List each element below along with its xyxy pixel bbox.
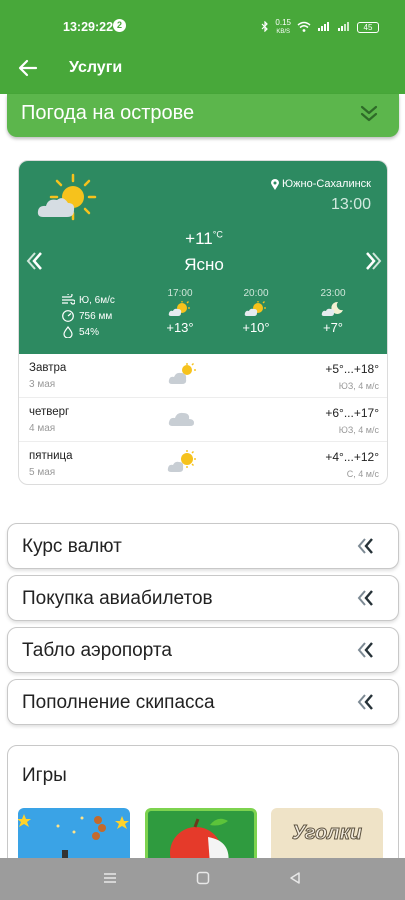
hour-time: 20:00 [243, 288, 269, 299]
forecast-day: четверг [29, 406, 70, 418]
service-airport-board[interactable]: Табло аэропорта [7, 627, 399, 673]
double-chevron-down-icon [359, 104, 379, 129]
forecast-temp-range: +4°...+12° [325, 450, 379, 464]
home-button[interactable] [196, 871, 210, 890]
sun-cloud-icon [150, 301, 210, 317]
daily-forecast: Завтра 3 мая +5°...+18° ЮЗ, 4 м/с четвер… [19, 354, 387, 484]
net-speed-value: 0.15 [275, 18, 291, 27]
chevron-right-icon [366, 252, 382, 270]
location: Южно-Сахалинск [271, 178, 371, 190]
weather-section-label: Погода на острове [21, 102, 195, 124]
system-nav-bar [0, 858, 405, 900]
triangle-left-icon [290, 872, 300, 884]
hour-temp: +13° [166, 320, 194, 335]
notification-badge: 2 [113, 19, 126, 32]
service-label: Курс валют [22, 536, 122, 557]
forecast-date: 3 мая [29, 379, 56, 390]
pressure-value: 756 мм [79, 310, 113, 322]
hour-time: 17:00 [167, 288, 193, 299]
water-drop-icon [63, 326, 73, 338]
forecast-temp-range: +5°...+18° [325, 362, 379, 376]
arrow-left-icon [18, 59, 38, 77]
forecast-day: Завтра [29, 362, 67, 374]
app-bar: Услуги [0, 42, 405, 94]
hour-temp: +10° [242, 320, 270, 335]
hour-temp: +7° [322, 320, 344, 335]
current-condition: Ясно [184, 255, 224, 274]
game-title: Уголки [292, 822, 363, 845]
forecast-date: 5 мая [29, 467, 56, 478]
back-button[interactable] [14, 54, 42, 82]
weather-time: 13:00 [330, 196, 371, 213]
net-speed-unit: KB/S [276, 29, 291, 35]
weather-details: Ю, 6м/с 756 мм 54% [61, 292, 115, 340]
wifi-icon [297, 21, 311, 34]
hourly-forecast-item: 17:00 +13° [150, 288, 210, 335]
current-temp-value: +11 [185, 229, 213, 248]
cloud-sun-icon [167, 362, 199, 391]
forecast-row: четверг 4 мая +6°...+17° ЮЗ, 4 м/с [19, 398, 387, 442]
moon-cloud-icon [303, 301, 363, 317]
double-chevron-left-icon [356, 536, 376, 561]
double-chevron-left-icon [356, 692, 376, 717]
weather-section-toggle[interactable]: Погода на острове [7, 94, 399, 137]
forecast-day: пятница [29, 450, 73, 462]
hour-time: 23:00 [320, 288, 346, 299]
wind-value: Ю, 6м/с [79, 294, 115, 306]
temp-unit: °C [212, 229, 223, 240]
hourly-forecast-item: 23:00 +7° [303, 288, 363, 335]
signal-icon [317, 21, 331, 34]
system-icons: 0.15 KB/S 45 [261, 19, 379, 36]
service-flight-tickets[interactable]: Покупка авиабилетов [7, 575, 399, 621]
service-skipass-topup[interactable]: Пополнение скипасса [7, 679, 399, 725]
games-title: Игры [22, 765, 67, 786]
pressure-row: 756 мм [61, 308, 115, 324]
bluetooth-icon [261, 20, 269, 34]
wind-row: Ю, 6м/с [61, 292, 115, 308]
double-chevron-left-icon [356, 640, 376, 665]
status-time: 13:29:22 [63, 20, 114, 34]
service-label: Пополнение скипасса [22, 692, 215, 713]
chevron-left-icon [26, 252, 42, 270]
humidity-value: 54% [79, 326, 100, 338]
current-temperature: +11°C [19, 229, 387, 249]
menu-icon [104, 873, 116, 883]
forecast-row: пятница 5 мая +4°...+12° С, 4 м/с [19, 442, 387, 484]
forecast-wind: ЮЗ, 4 м/с [338, 381, 379, 391]
service-label: Покупка авиабилетов [22, 588, 213, 609]
back-nav-button[interactable] [288, 871, 302, 890]
service-label: Табло аэропорта [22, 640, 172, 661]
cloud-sun-icon [167, 450, 199, 479]
next-day-button[interactable] [362, 250, 384, 277]
page-title: Услуги [69, 59, 123, 76]
service-currency-rates[interactable]: Курс валют [7, 523, 399, 569]
sun-cloud-icon [226, 301, 286, 317]
cloud-icon [167, 406, 199, 435]
double-chevron-left-icon [356, 588, 376, 613]
prev-day-button[interactable] [24, 250, 46, 277]
wind-icon [62, 294, 75, 305]
hourly-forecast-item: 20:00 +10° [226, 288, 286, 335]
forecast-temp-range: +6°...+17° [325, 406, 379, 420]
net-speed: 0.15 KB/S [275, 19, 291, 36]
weather-card: Южно-Сахалинск 13:00 +11°C Ясно Ю, 6м/с … [18, 160, 388, 485]
signal-icon-2 [337, 21, 351, 34]
recent-apps-button[interactable] [103, 871, 117, 890]
location-pin-icon [271, 178, 280, 190]
sun-cloud-icon [37, 173, 99, 230]
forecast-wind: С, 4 м/с [346, 469, 379, 479]
battery-icon: 45 [357, 22, 379, 33]
pressure-gauge-icon [62, 310, 74, 322]
location-name: Южно-Сахалинск [282, 178, 371, 190]
status-bar: 13:29:22 2 0.15 KB/S 45 [0, 0, 405, 42]
square-icon [196, 871, 210, 885]
humidity-row: 54% [61, 324, 115, 340]
forecast-row: Завтра 3 мая +5°...+18° ЮЗ, 4 м/с [19, 354, 387, 398]
forecast-date: 4 мая [29, 423, 56, 434]
forecast-wind: ЮЗ, 4 м/с [338, 425, 379, 435]
weather-current: Южно-Сахалинск 13:00 +11°C Ясно Ю, 6м/с … [19, 161, 387, 354]
apple-icon [170, 818, 229, 865]
